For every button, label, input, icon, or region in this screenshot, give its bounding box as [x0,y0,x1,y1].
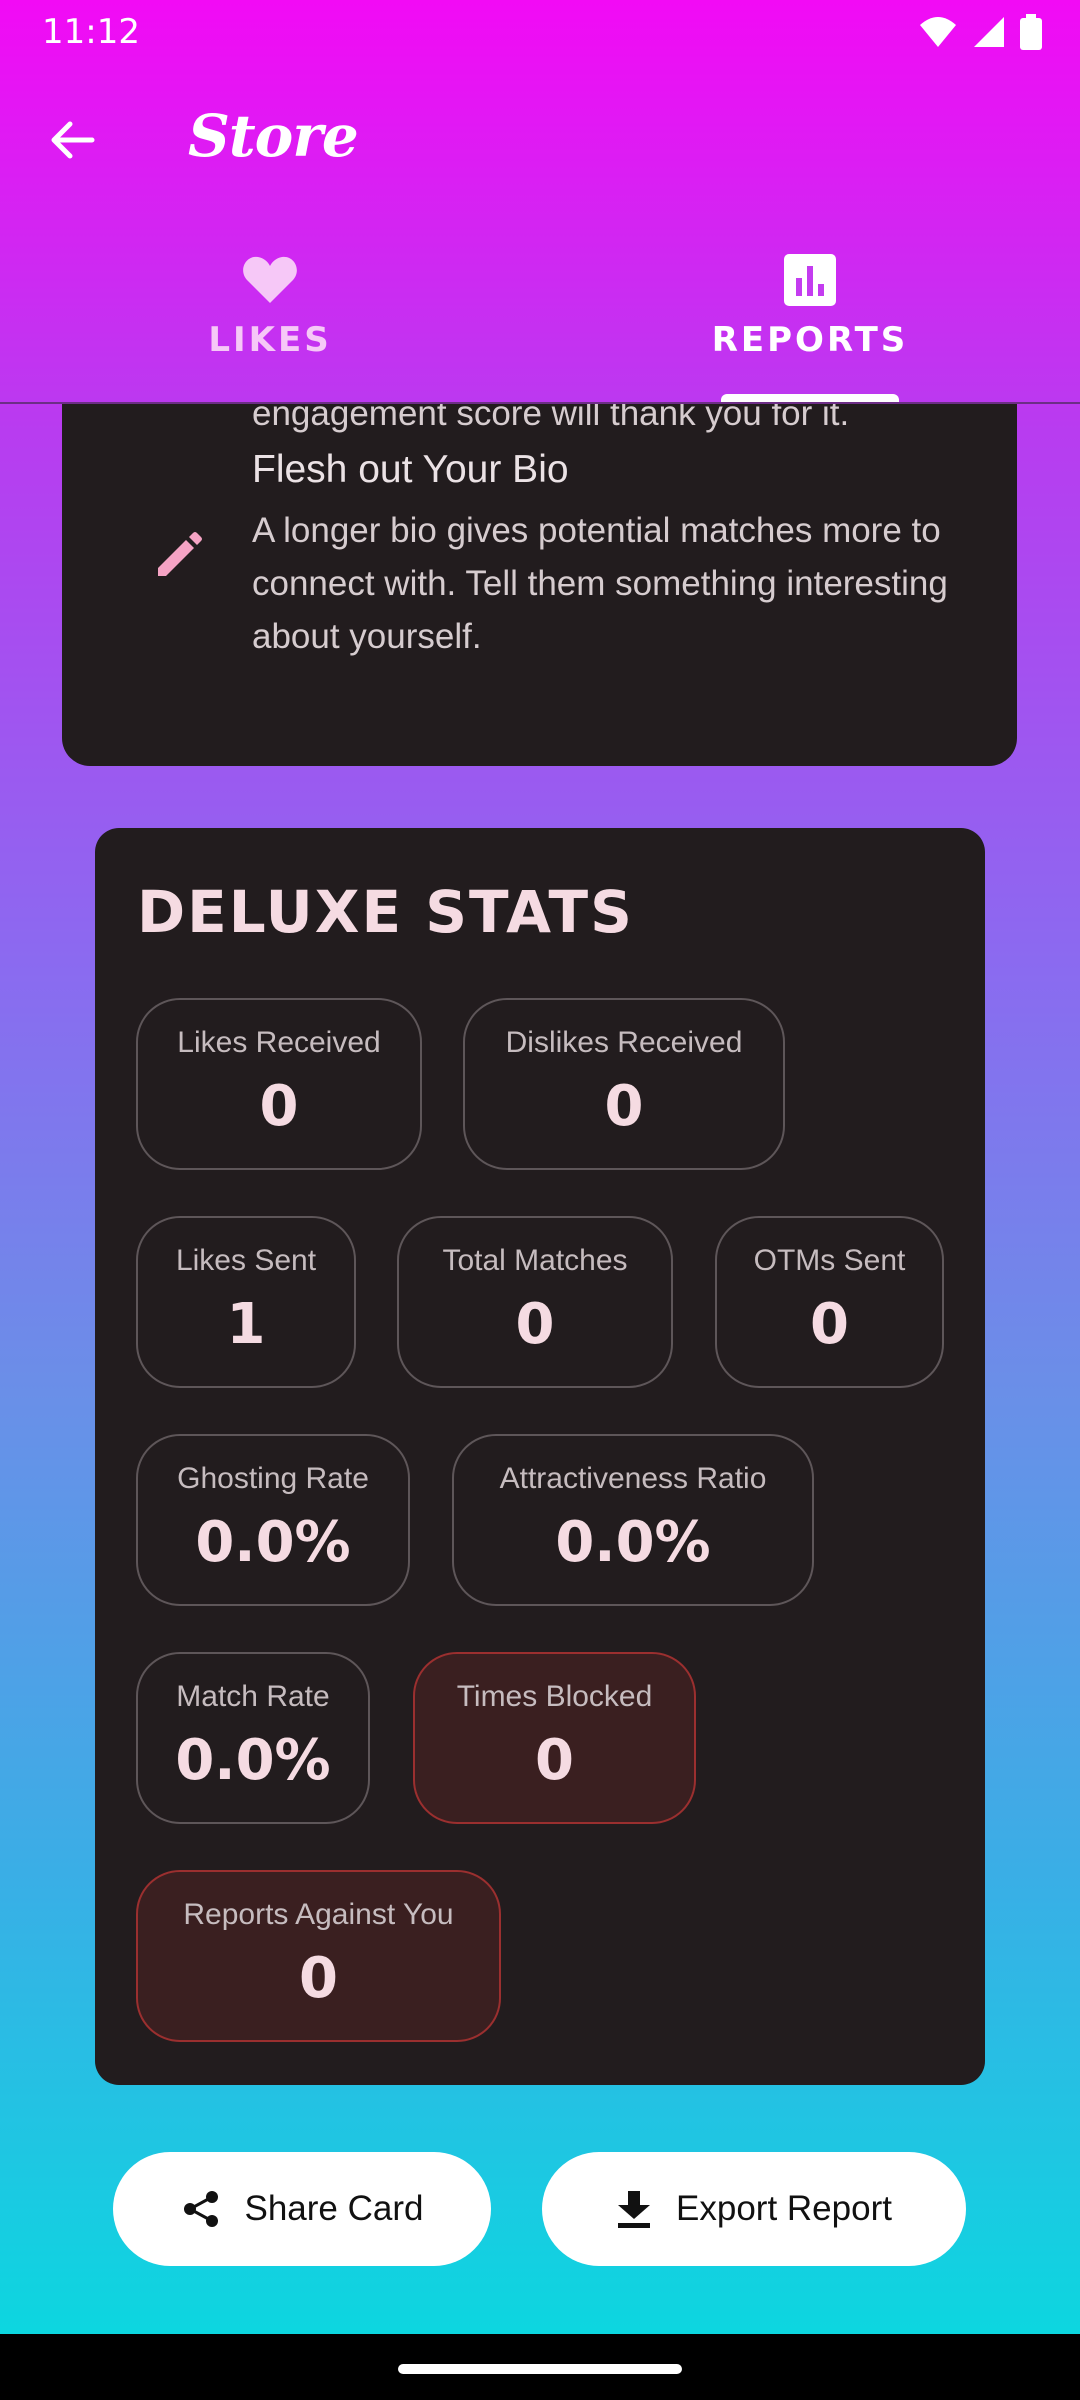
stat-times-blocked: Times Blocked 0 [413,1652,696,1824]
stat-dislikes-received: Dislikes Received 0 [463,998,785,1170]
stat-value: 0 [299,1946,338,2011]
stat-match-rate: Match Rate 0.0% [136,1652,370,1824]
stat-likes-sent: Likes Sent 1 [136,1216,356,1388]
tip-body: A longer bio gives potential matches mor… [252,511,948,656]
tip-previous-text: engagement score will thank you for it. [252,404,850,433]
download-icon [618,2191,651,2228]
export-report-button[interactable]: Export Report [542,2152,966,2266]
stat-label: Likes Received [177,1026,381,1059]
bar-chart-icon [780,250,840,310]
stat-value: 0 [535,1728,574,1793]
battery-icon [1020,14,1042,50]
stat-reports-against-you: Reports Against You 0 [136,1870,501,2042]
stat-label: Likes Sent [175,1244,317,1277]
deluxe-stats-card: DELUXE STATS Likes Received 0 Dislikes R… [95,828,985,2085]
stat-label: Times Blocked [456,1680,653,1713]
stat-value: 0 [604,1074,644,1139]
back-button[interactable] [42,110,102,170]
tip-title: Flesh out Your Bio [252,448,569,491]
status-time: 11:12 [42,12,140,52]
app-bar: Store [0,62,1080,212]
share-card-label: Share Card [244,2189,424,2228]
stat-ghosting-rate: Ghosting Rate 0.0% [136,1434,410,1606]
stat-label: Dislikes Received [505,1026,743,1059]
stat-label: Reports Against You [183,1898,454,1931]
stat-value: 1 [226,1292,266,1357]
wifi-icon [920,17,956,47]
share-icon [183,2191,218,2227]
stat-value: 0 [259,1074,299,1139]
signal-icon [974,17,1004,47]
home-gesture-handle[interactable] [398,2364,682,2374]
stat-label: Ghosting Rate [177,1462,369,1495]
status-bar: 11:12 [0,0,1080,62]
heart-icon [240,250,300,310]
page-title: Store [188,102,359,170]
tab-likes-label: LIKES [208,320,332,360]
stat-value: 0 [515,1292,555,1357]
content-scroll[interactable]: engagement score will thank you for it. … [0,404,1080,2334]
stat-total-matches: Total Matches 0 [397,1216,673,1388]
stat-label: OTMs Sent [753,1244,906,1277]
tab-reports[interactable]: REPORTS [540,212,1080,402]
stat-value: 0.0% [175,1728,331,1793]
stat-value: 0 [810,1292,849,1357]
stat-otms-sent: OTMs Sent 0 [715,1216,944,1388]
arrow-back-icon [51,121,95,159]
tips-card: engagement score will thank you for it. … [62,404,1017,766]
pencil-icon [158,532,202,576]
tab-likes[interactable]: LIKES [0,212,540,402]
stats-title: DELUXE STATS [137,878,634,946]
share-card-button[interactable]: Share Card [113,2152,491,2266]
stat-label: Match Rate [176,1680,330,1713]
stat-label: Total Matches [442,1244,628,1277]
status-icons [918,14,1042,50]
stat-label: Attractiveness Ratio [499,1462,767,1495]
stat-value: 0.0% [195,1510,351,1575]
stat-value: 0.0% [555,1510,711,1575]
tab-indicator [721,394,899,402]
tab-reports-label: REPORTS [711,320,909,360]
stat-attractiveness-ratio: Attractiveness Ratio 0.0% [452,1434,814,1606]
system-nav-bar [0,2334,1080,2400]
tab-bar: LIKES REPORTS [0,212,1080,404]
export-report-label: Export Report [676,2189,892,2228]
stat-likes-received: Likes Received 0 [136,998,422,1170]
